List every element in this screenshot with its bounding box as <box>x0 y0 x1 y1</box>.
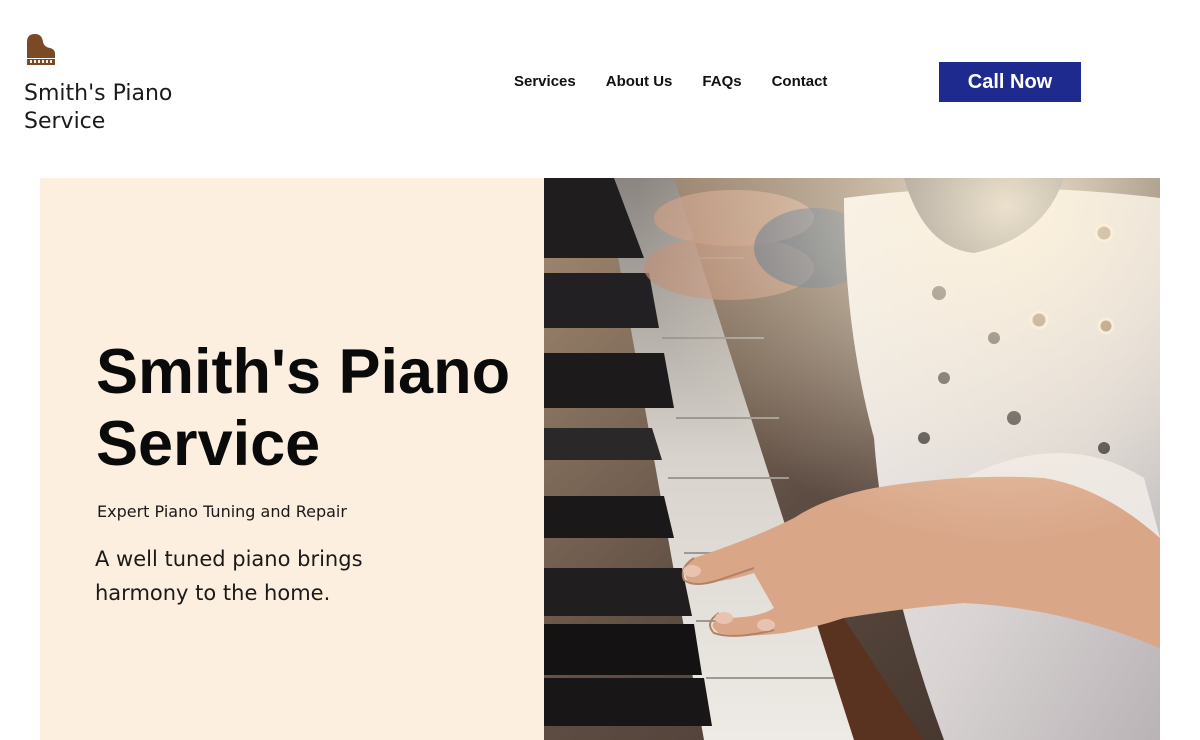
site-logo[interactable]: Smith's Piano Service <box>24 32 204 136</box>
hero-photo-illustration <box>544 178 1160 740</box>
nav-link-services[interactable]: Services <box>514 72 576 92</box>
call-now-button[interactable]: Call Now <box>939 62 1081 102</box>
hero-tagline: A well tuned piano brings harmony to the… <box>95 547 363 605</box>
main-nav: Services About Us FAQs Contact <box>514 72 827 92</box>
logo-text: Smith's Piano Service <box>24 81 173 134</box>
nav-link-faqs[interactable]: FAQs <box>702 72 741 92</box>
nav-link-about-us[interactable]: About Us <box>606 72 673 92</box>
hero-text-panel: Smith's Piano Service Expert Piano Tunin… <box>40 178 544 740</box>
hero-subtitle: Expert Piano Tuning and Repair <box>97 502 347 521</box>
hero-section: Smith's Piano Service Expert Piano Tunin… <box>40 178 1160 740</box>
grand-piano-icon <box>27 34 55 65</box>
site-header: Smith's Piano Service Services About Us … <box>0 0 1200 178</box>
hero-title: Smith's Piano Service <box>96 337 511 479</box>
child-playing-piano-photo <box>544 178 1160 740</box>
nav-link-contact[interactable]: Contact <box>772 72 828 92</box>
